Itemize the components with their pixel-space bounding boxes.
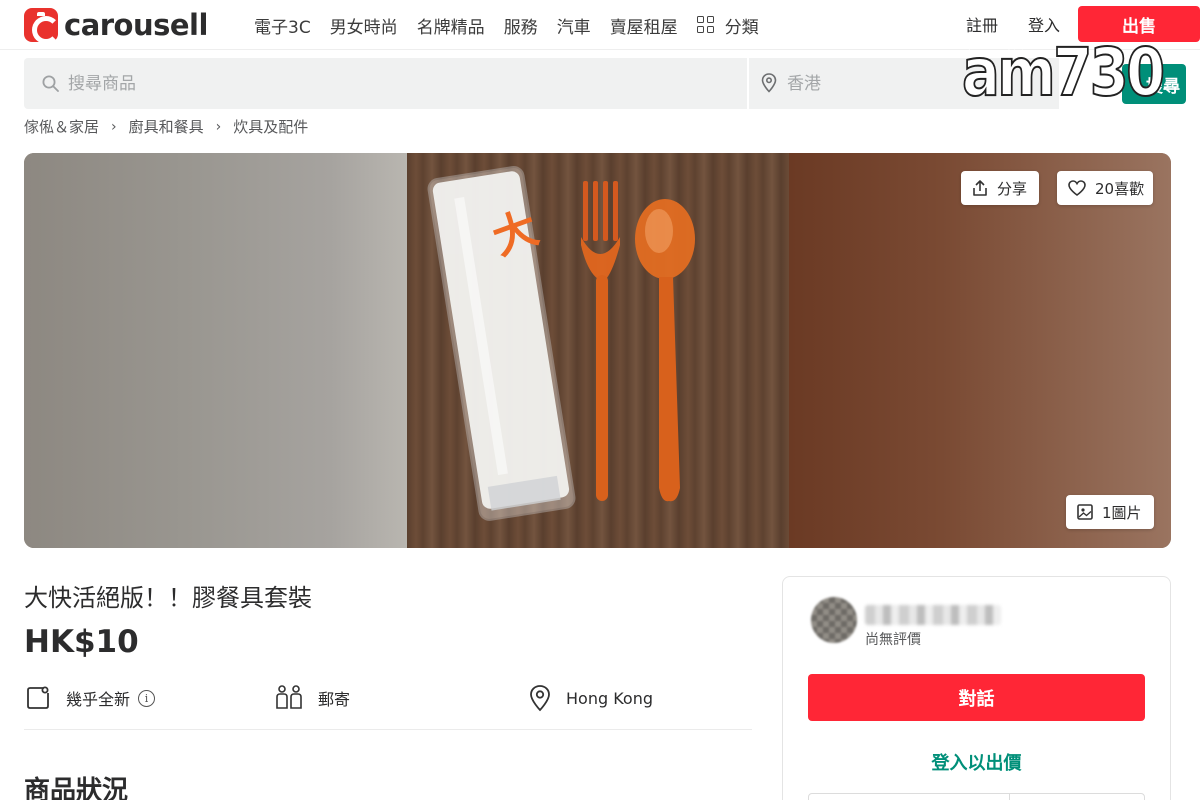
gallery-blur-right bbox=[789, 153, 1171, 548]
seller-card: 尚無評價 對話 登入以出價 bbox=[782, 576, 1171, 800]
location-info: Hong Kong bbox=[528, 682, 653, 714]
nav-categories[interactable]: 分類 bbox=[696, 13, 759, 38]
card-bottom-actions[interactable] bbox=[808, 793, 1145, 800]
nav-fashion[interactable]: 男女時尚 bbox=[330, 13, 398, 38]
breadcrumb: 傢俬＆家居 › 廚具和餐具 › 炊具及配件 bbox=[24, 116, 308, 137]
listing-price: HK$10 bbox=[24, 624, 139, 660]
grid-icon bbox=[696, 16, 715, 34]
condition-info: 幾乎全新 i bbox=[24, 682, 156, 714]
shipping-info: 郵寄 bbox=[274, 682, 350, 714]
am730-watermark-slogan: my choice · my paper bbox=[962, 42, 1033, 50]
login-to-offer-link[interactable]: 登入以出價 bbox=[808, 749, 1145, 775]
register-link[interactable]: 註冊 bbox=[966, 12, 998, 36]
nav-categories-label: 分類 bbox=[724, 17, 759, 38]
listing-meta: 幾乎全新 i 郵寄 Hong Kong bbox=[24, 682, 752, 714]
chevron-right-icon: › bbox=[215, 118, 222, 135]
image-count-button[interactable]: 1圖片 bbox=[1066, 495, 1154, 529]
nav-luxury[interactable]: 名牌精品 bbox=[417, 13, 485, 38]
heart-icon bbox=[1068, 180, 1086, 196]
share-button[interactable]: 分享 bbox=[961, 171, 1039, 205]
logo-text: carousell bbox=[64, 8, 208, 42]
seller-name-blurred[interactable] bbox=[865, 605, 1001, 625]
condition-section-title: 商品狀況 bbox=[24, 776, 129, 800]
search-icon bbox=[42, 75, 59, 92]
location-label: Hong Kong bbox=[566, 688, 653, 708]
location-pin-icon bbox=[530, 685, 550, 712]
main-nav: 電子3C 男女時尚 名牌精品 服務 汽車 賣屋租屋 分類 bbox=[254, 13, 778, 38]
meetup-people-icon bbox=[276, 685, 302, 709]
condition-info-icon[interactable]: i bbox=[138, 689, 156, 707]
spoon-shape bbox=[635, 199, 695, 502]
cutlery-image: 大 bbox=[427, 166, 695, 521]
chevron-right-icon: › bbox=[111, 118, 117, 135]
share-label: 分享 bbox=[997, 179, 1028, 198]
breadcrumb-furniture[interactable]: 傢俬＆家居 bbox=[24, 116, 99, 137]
breadcrumb-cookware[interactable]: 炊具及配件 bbox=[233, 116, 308, 137]
product-photo[interactable]: 大 bbox=[407, 153, 789, 548]
image-count-label: 1圖片 bbox=[1102, 503, 1142, 522]
nav-property[interactable]: 賣屋租屋 bbox=[610, 13, 678, 38]
breadcrumb-kitchenware[interactable]: 廚具和餐具 bbox=[129, 116, 204, 137]
login-link[interactable]: 登入 bbox=[1028, 12, 1060, 36]
shipping-label: 郵寄 bbox=[318, 690, 351, 709]
search-input[interactable] bbox=[68, 58, 728, 109]
seller-avatar[interactable] bbox=[811, 597, 857, 643]
location-pin-icon bbox=[761, 73, 777, 93]
share-icon bbox=[973, 180, 987, 196]
product-gallery[interactable]: 大 分享 20喜歡 1圖片 bbox=[24, 153, 1171, 548]
search-box bbox=[24, 58, 747, 109]
condition-label: 幾乎全新 bbox=[66, 690, 131, 709]
image-icon bbox=[1077, 504, 1093, 520]
like-count: 20喜歡 bbox=[1095, 179, 1145, 198]
condition-tag-icon bbox=[27, 686, 49, 709]
nav-services[interactable]: 服務 bbox=[504, 13, 538, 38]
am730-watermark: am730 my choice · my paper bbox=[961, 35, 1166, 111]
section-divider bbox=[24, 729, 752, 730]
like-button[interactable]: 20喜歡 bbox=[1057, 171, 1153, 205]
seller-rating: 尚無評價 bbox=[865, 632, 921, 648]
carousell-logo[interactable]: carousell bbox=[24, 7, 208, 44]
listing-title: 大快活絕版！！膠餐具套裝 bbox=[24, 584, 312, 612]
gallery-blur-left bbox=[24, 153, 407, 548]
nav-cars[interactable]: 汽車 bbox=[557, 13, 591, 38]
nav-electronics[interactable]: 電子3C bbox=[254, 13, 311, 38]
fork-shape bbox=[581, 181, 620, 501]
chat-button[interactable]: 對話 bbox=[808, 674, 1145, 721]
carousell-logo-icon bbox=[24, 8, 60, 44]
